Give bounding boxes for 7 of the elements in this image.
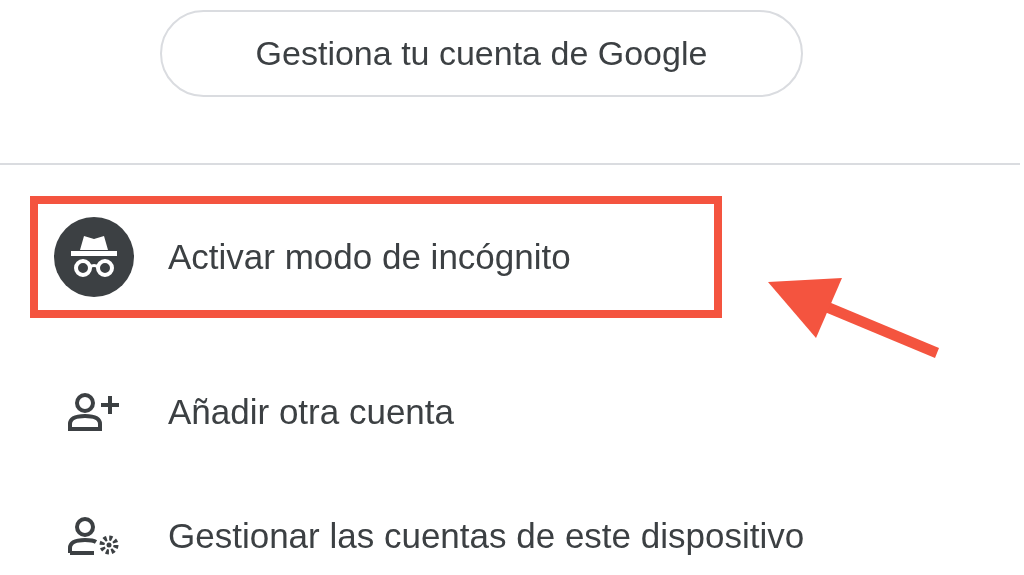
menu-item[interactable]: Gestionar las cuentas de este dispositivo [168, 509, 805, 563]
add-person-icon [67, 392, 121, 432]
incognito-icon [53, 216, 135, 298]
manage-account-button[interactable]: Gestiona tu cuenta de Google [160, 10, 803, 97]
menu-item[interactable]: Añadir otra cuenta [168, 385, 454, 439]
menu-item[interactable]: Activar modo de incógnito [168, 230, 571, 284]
person-settings-icon [67, 516, 121, 556]
